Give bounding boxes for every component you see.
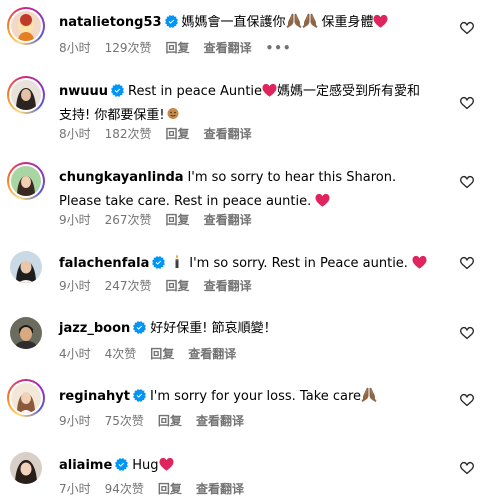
like-count[interactable]: 247次赞 [105,279,152,293]
comment-text: I'm sorry for your loss. Take care [149,389,362,404]
comment-text: 好好保重! 節哀順變！ [150,321,277,336]
heart-outline-icon[interactable] [459,95,475,111]
see-translation-button[interactable]: 查看翻译 [196,414,244,428]
like-count[interactable]: 182次赞 [105,127,152,141]
comment-meta: 8小时 182次赞 回复 查看翻译 [59,125,266,142]
avatar[interactable] [7,449,45,487]
see-translation-button[interactable]: 查看翻译 [204,41,252,55]
username[interactable]: chungkayanlinda [59,170,184,185]
like-count[interactable]: 267次赞 [105,213,152,227]
comment-text: Rest in peace Auntie [128,84,263,99]
comment-meta: 4小时 4次赞 回复 查看翻译 [59,345,250,362]
comment-body: natalietong53 媽媽會一直保護你 保重身體 [59,10,433,34]
avatar[interactable] [7,248,45,286]
red-heart-emoji-icon [412,255,427,269]
reply-button[interactable]: 回复 [166,279,190,293]
comment-text: I'm so sorry. Rest in Peace auntie. [189,256,408,271]
comment-text: 保重身體 [321,15,374,30]
comment-meta: 9小时 267次赞 回复 查看翻译 [59,211,266,228]
username[interactable]: aliaime [59,458,112,473]
comment-body: aliaime Hug [59,453,433,477]
comment-text: 媽媽會一直保護你 [181,15,286,30]
see-translation-button[interactable]: 查看翻译 [196,482,244,496]
like-count[interactable]: 94次赞 [105,482,144,496]
red-heart-emoji-icon [315,193,330,207]
verified-badge-icon [133,321,146,334]
like-count[interactable]: 75次赞 [105,414,144,428]
avatar[interactable] [7,379,45,417]
avatar[interactable] [7,76,45,114]
reply-button[interactable]: 回复 [158,414,182,428]
hugging-emoji-icon [167,108,179,119]
comment-body: chungkayanlinda I'm so sorry to hear thi… [59,165,433,213]
like-count[interactable]: 4次赞 [105,347,137,361]
candle-emoji-icon [175,254,179,268]
username[interactable]: natalietong53 [59,15,162,30]
comment-meta: 9小时 247次赞 回复 查看翻译 [59,277,266,294]
avatar[interactable] [7,162,45,200]
username[interactable]: jazz_boon [59,321,130,336]
avatar[interactable] [7,314,45,352]
timestamp: 9小时 [59,213,91,227]
heart-outline-icon[interactable] [459,20,475,36]
comment-body: falachenfala I'm so sorry. Rest in Peace… [59,251,433,275]
reply-button[interactable]: 回复 [158,482,182,496]
heart-outline-icon[interactable] [459,392,475,408]
red-heart-emoji-icon [159,457,174,471]
comment-body: reginahyt I'm sorry for your loss. Take c… [59,384,433,408]
folded-hands-emoji-icon [286,13,302,28]
see-translation-button[interactable]: 查看翻译 [188,347,236,361]
comment-body: nwuuu Rest in peace Auntie 媽媽一定感受到所有愛和支持! … [59,79,433,127]
timestamp: 8小时 [59,127,91,141]
username[interactable]: falachenfala [59,256,149,271]
comment-body: jazz_boon 好好保重! 節哀順變！ [59,316,433,340]
comment-text: Hug [132,458,159,473]
comment-meta: 7小时 94次赞 回复 查看翻译 [59,480,258,497]
folded-hands-emoji-icon [361,387,377,402]
heart-outline-icon[interactable] [459,460,475,476]
timestamp: 9小时 [59,279,91,293]
heart-outline-icon[interactable] [459,255,475,271]
heart-outline-icon[interactable] [459,325,475,341]
timestamp: 8小时 [59,41,91,55]
verified-badge-icon [111,84,124,97]
red-heart-emoji-icon [373,14,388,28]
see-translation-button[interactable]: 查看翻译 [204,213,252,227]
reply-button[interactable]: 回复 [166,213,190,227]
username[interactable]: nwuuu [59,84,108,99]
folded-hands-emoji-icon [302,13,318,28]
reply-button[interactable]: 回复 [150,347,174,361]
see-translation-button[interactable]: 查看翻译 [204,127,252,141]
like-count[interactable]: 129次赞 [105,41,152,55]
comment-meta: 9小时 75次赞 回复 查看翻译 [59,412,258,429]
reply-button[interactable]: 回复 [166,41,190,55]
timestamp: 9小时 [59,414,91,428]
timestamp: 7小时 [59,482,91,496]
verified-badge-icon [133,389,146,402]
verified-badge-icon [165,15,178,28]
verified-badge-icon [152,256,165,269]
username[interactable]: reginahyt [59,389,130,404]
heart-outline-icon[interactable] [459,174,475,190]
see-translation-button[interactable]: 查看翻译 [204,279,252,293]
more-options-icon[interactable]: ••• [266,41,292,55]
red-heart-emoji-icon [262,83,277,97]
reply-button[interactable]: 回复 [166,127,190,141]
timestamp: 4小时 [59,347,91,361]
verified-badge-icon [115,458,128,471]
avatar[interactable] [7,7,45,45]
comment-meta: 8小时 129次赞 回复 查看翻译 ••• [59,39,306,56]
